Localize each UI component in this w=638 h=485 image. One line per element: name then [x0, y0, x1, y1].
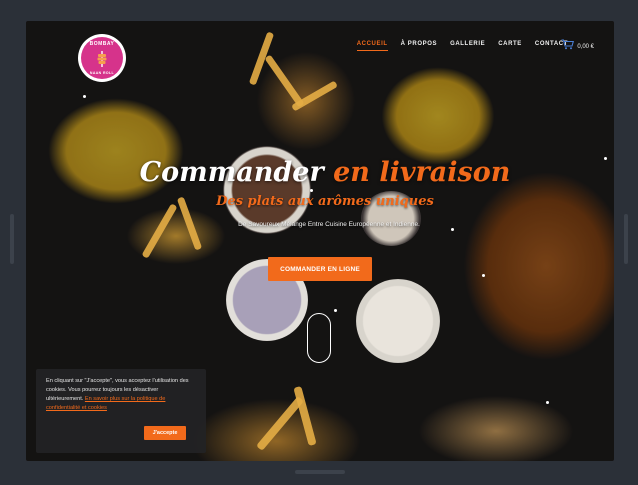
sparkle-dot — [604, 157, 607, 160]
accept-cookies-button[interactable]: J'accepte — [144, 426, 186, 440]
cart-total: 0,00 € — [577, 44, 594, 50]
nav-item-a-propos[interactable]: À PROPOS — [401, 41, 437, 51]
restaurant-logo[interactable]: BOMBAY NAAN ROLL — [78, 34, 126, 82]
nav-item-gallerie[interactable]: GALLERIE — [450, 41, 485, 51]
sparkle-dot — [310, 189, 313, 192]
cookie-text: En cliquant sur "J'accepte", vous accept… — [46, 377, 196, 413]
scroll-down-indicator[interactable] — [307, 313, 331, 363]
shopping-cart-icon — [561, 38, 575, 49]
left-resize-handle[interactable] — [10, 214, 14, 264]
nav-item-carte[interactable]: CARTE — [498, 41, 522, 51]
sparkle-dot — [546, 401, 549, 404]
logo-top-text: BOMBAY — [89, 41, 115, 47]
hero-section: Commander en livraison Des plats aux arô… — [26, 157, 614, 228]
sparkle-dot — [334, 309, 337, 312]
nav-item-accueil[interactable]: ACCUEIL — [356, 41, 388, 51]
logo-bottom-text: NAAN ROLL — [89, 71, 115, 75]
sparkle-dot — [482, 274, 485, 277]
order-online-button[interactable]: COMMANDER EN LIGNE — [268, 257, 372, 281]
kebab-icon — [97, 51, 107, 67]
hero-subtitle: Des plats aux arômes uniques — [216, 194, 434, 209]
hero-description: De Savoureux Mélange Entre Cuisine Europ… — [238, 221, 420, 228]
sauce-bowl-image — [356, 279, 440, 363]
right-resize-handle[interactable] — [624, 214, 628, 264]
hero-title: Commander en livraison — [36, 157, 614, 188]
sparkle-dot — [83, 95, 86, 98]
bottom-resize-handle[interactable] — [295, 470, 345, 474]
hero-title-accent: en livraison — [333, 157, 511, 188]
website-preview: BOMBAY NAAN ROLL ACCUEIL À PROPOS GALLER… — [26, 21, 614, 461]
cart-button[interactable]: 0,00 € — [561, 38, 594, 50]
cookie-consent-banner: En cliquant sur "J'accepte", vous accept… — [36, 369, 206, 453]
main-nav: ACCUEIL À PROPOS GALLERIE CARTE CONTACT — [356, 41, 568, 51]
hero-title-white: Commander — [139, 157, 324, 188]
fries-image — [293, 385, 317, 447]
sparkle-dot — [451, 228, 454, 231]
